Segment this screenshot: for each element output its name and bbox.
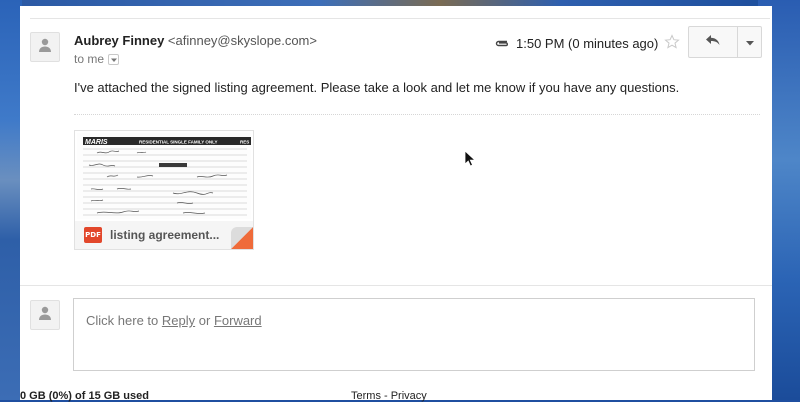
show-details-button[interactable] [108,52,120,66]
sender-avatar [30,32,60,62]
footer-links[interactable]: Terms - Privacy [351,390,427,402]
reply-section-divider [20,285,772,286]
reply-box[interactable]: Click here to Reply or Forward [73,298,755,371]
desktop-background-left [0,0,22,400]
attachments-divider [74,114,760,115]
sender-name: Aubrey Finney [74,33,165,48]
sender-line: Aubrey Finney <afinney@skyslope.com> [74,33,317,48]
reply-prompt-prefix: Click here to [86,313,159,328]
reply-link[interactable]: Reply [162,313,195,328]
pdf-file-icon: PDF [84,227,102,243]
message-time: 1:50 PM (0 minutes ago) [516,36,659,51]
attachment-name: listing agreement... [110,228,220,242]
reply-prompt: Click here to Reply or Forward [86,313,262,328]
person-icon [37,37,53,58]
reply-button[interactable] [689,27,737,57]
attachment-thumbnail: MARIS RESIDENTIAL SINGLE FAMILY ONLY RES [77,133,251,219]
recipient-line: to me [74,52,120,66]
person-icon [37,305,53,326]
reply-arrow-icon [705,33,721,51]
chevron-down-icon [110,52,117,66]
thumbnail-brand: MARIS [85,139,108,146]
attachment-card[interactable]: MARIS RESIDENTIAL SINGLE FAMILY ONLY RES [74,130,254,250]
email-message-panel: Aubrey Finney <afinney@skyslope.com> to … [20,6,772,402]
attachment-page-corner [231,227,253,249]
reply-prompt-or: or [198,313,211,328]
storage-usage[interactable]: 0 GB (0%) of 15 GB used [20,390,149,402]
message-meta: 1:50 PM (0 minutes ago) [494,34,681,53]
header-divider [30,18,770,19]
my-avatar [30,300,60,330]
recipient-label: to me [74,52,105,66]
attachment-footer: PDF listing agreement... [75,221,253,249]
more-actions-button[interactable] [737,27,761,57]
chevron-down-icon [745,33,754,51]
forward-link[interactable]: Forward [214,313,262,328]
reply-button-group [688,26,762,58]
thumbnail-code: RES [240,140,249,145]
sender-email: <afinney@skyslope.com> [167,33,317,48]
paperclip-icon [494,36,510,51]
thumbnail-title: RESIDENTIAL SINGLE FAMILY ONLY [139,140,218,145]
message-body: I've attached the signed listing agreeme… [74,80,680,95]
mouse-cursor-icon [464,150,476,167]
star-icon[interactable] [664,34,681,53]
